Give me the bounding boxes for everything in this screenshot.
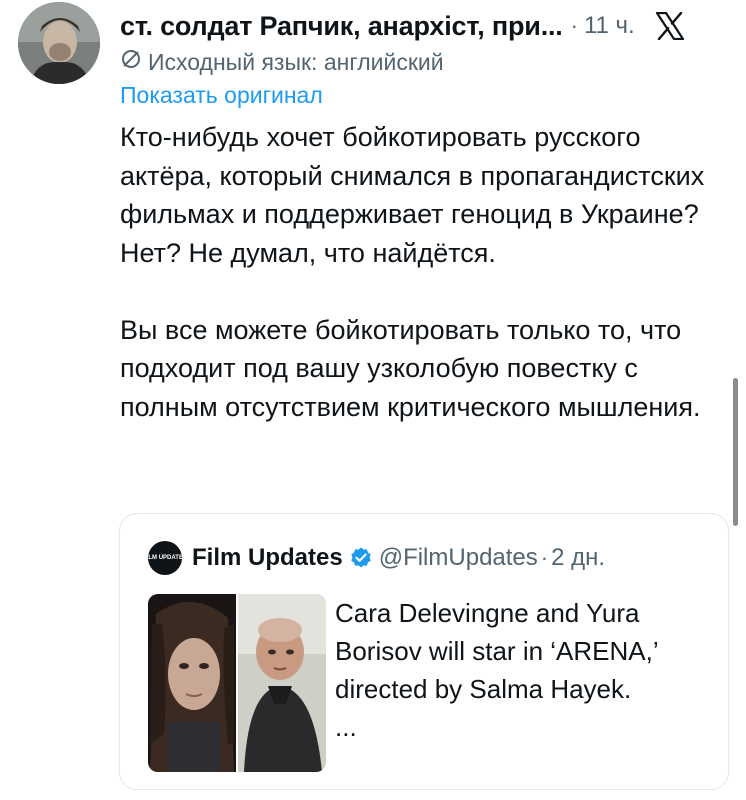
quoted-timestamp[interactable]: 2 дн.	[551, 544, 605, 572]
quoted-tweet-header: FILM UPDATES Film Updates @FilmUpdates ·…	[143, 540, 605, 576]
quoted-author-avatar[interactable]: FILM UPDATES	[143, 541, 187, 575]
header-separator: ·	[570, 13, 578, 38]
scrollbar[interactable]	[733, 378, 738, 526]
author-name[interactable]: ст. солдат Рапчик, анархіст, при...	[120, 11, 563, 42]
quoted-author-name[interactable]: Film Updates	[192, 544, 343, 572]
translation-info: Исходный язык: английский	[120, 48, 444, 76]
x-logo-icon	[655, 12, 685, 40]
quoted-image-left	[148, 594, 236, 772]
show-original-link[interactable]: Показать оригинал	[120, 82, 323, 109]
translate-icon	[120, 48, 148, 76]
verified-badge-icon	[349, 546, 373, 570]
quoted-media[interactable]	[148, 594, 326, 772]
quoted-tweet-card[interactable]: FILM UPDATES Film Updates @FilmUpdates ·…	[119, 513, 729, 790]
tweet-text: Кто-нибудь хочет бойкотировать русского …	[120, 118, 730, 426]
tweet-header: ст. солдат Рапчик, анархіст, при... · 11…	[120, 6, 732, 46]
quoted-image-right	[238, 594, 326, 772]
quoted-tweet-text: Cara Delevingne and Yura Borisov will st…	[335, 594, 715, 746]
quoted-text-body: Cara Delevingne and Yura Borisov will st…	[335, 598, 658, 704]
tweet-paragraph-2: Вы все можете бойкотировать только то, ч…	[120, 314, 701, 422]
quoted-text-ellipsis: ...	[335, 712, 357, 742]
quoted-separator: ·	[540, 545, 549, 570]
author-avatar[interactable]	[18, 2, 100, 84]
tweet-timestamp[interactable]: 11 ч.	[584, 12, 635, 40]
translation-label: Исходный язык: английский	[148, 48, 444, 75]
quoted-author-handle[interactable]: @FilmUpdates	[379, 544, 538, 572]
tweet-paragraph-1: Кто-нибудь хочет бойкотировать русского …	[120, 122, 705, 268]
